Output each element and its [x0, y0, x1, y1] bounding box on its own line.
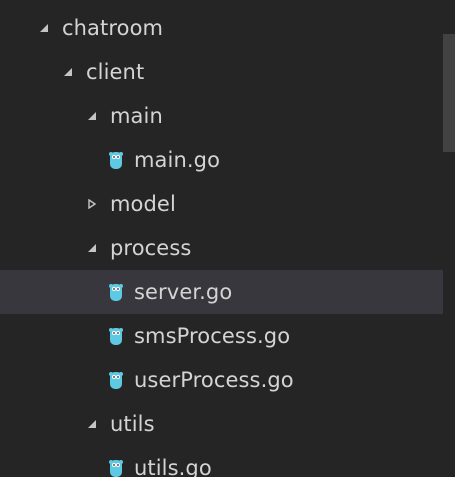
tree-item-label: userProcess.go	[134, 368, 294, 392]
tree-item-main[interactable]: main	[0, 94, 443, 138]
tree-item-label: main.go	[134, 148, 221, 172]
chevron-expanded-icon[interactable]	[38, 22, 50, 34]
tree-item-label: server.go	[134, 280, 233, 304]
tree-item-label: process	[110, 236, 192, 260]
tree-item-label: chatroom	[62, 16, 164, 40]
chevron-expanded-icon[interactable]	[86, 242, 98, 254]
tree-item-label: utils	[110, 412, 155, 436]
go-gopher-icon	[108, 458, 124, 477]
tree-item-utils-go[interactable]: utils.go	[0, 446, 443, 477]
tree-item-userprocess-go[interactable]: userProcess.go	[0, 358, 443, 402]
tree-item-label: client	[86, 60, 145, 84]
tree-item-server-go[interactable]: server.go	[0, 270, 443, 314]
tree-item-chatroom[interactable]: chatroom	[0, 6, 443, 50]
go-gopher-icon	[108, 282, 124, 302]
go-gopher-icon	[108, 370, 124, 390]
tree-item-utils[interactable]: utils	[0, 402, 443, 446]
tree-item-process[interactable]: process	[0, 226, 443, 270]
scrollbar-thumb[interactable]	[443, 34, 455, 152]
go-gopher-icon	[108, 150, 124, 170]
tree-item-smsprocess-go[interactable]: smsProcess.go	[0, 314, 443, 358]
go-gopher-icon	[108, 326, 124, 346]
tree-item-client[interactable]: client	[0, 50, 443, 94]
chevron-right-icon[interactable]	[86, 198, 98, 210]
tree-item-label: main	[110, 104, 163, 128]
vertical-scrollbar[interactable]	[443, 0, 455, 477]
tree-item-label: smsProcess.go	[134, 324, 291, 348]
chevron-expanded-icon[interactable]	[86, 418, 98, 430]
tree-item-main-go[interactable]: main.go	[0, 138, 443, 182]
chevron-expanded-icon[interactable]	[86, 110, 98, 122]
chevron-expanded-icon[interactable]	[62, 66, 74, 78]
tree-item-model[interactable]: model	[0, 182, 443, 226]
tree-item-label: model	[110, 192, 176, 216]
tree-item-label: utils.go	[134, 456, 212, 477]
file-explorer-tree: chatroom client main main.go model proce…	[0, 0, 443, 477]
